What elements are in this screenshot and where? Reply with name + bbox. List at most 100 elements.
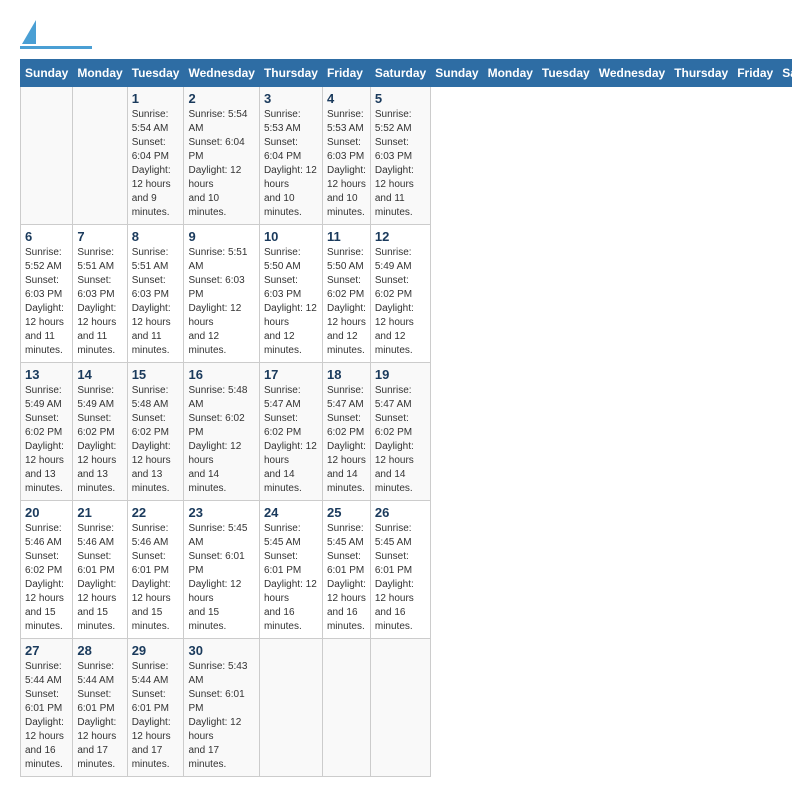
- calendar-cell: 21 Sunrise: 5:46 AM Sunset: 6:01 PM Dayli…: [73, 501, 127, 639]
- day-number: 26: [375, 505, 426, 520]
- cell-content: Sunrise: 5:49 AM Sunset: 6:02 PM Dayligh…: [25, 384, 68, 496]
- day-number: 5: [375, 91, 426, 106]
- calendar-cell: 7 Sunrise: 5:51 AM Sunset: 6:03 PM Daylig…: [73, 225, 127, 363]
- day-number: 2: [188, 91, 254, 106]
- cell-content: Sunrise: 5:50 AM Sunset: 6:03 PM Dayligh…: [264, 246, 318, 358]
- calendar-cell: 22 Sunrise: 5:46 AM Sunset: 6:01 PM Dayli…: [127, 501, 184, 639]
- cell-content: Sunrise: 5:54 AM Sunset: 6:04 PM Dayligh…: [132, 108, 180, 220]
- calendar-cell: 25Sunrise: 5:45 AM Sunset: 6:01 PM Dayli…: [322, 501, 370, 639]
- cell-content: Sunrise: 5:45 AM Sunset: 6:01 PM Dayligh…: [264, 522, 318, 634]
- calendar-cell: 11 Sunrise: 5:50 AM Sunset: 6:02 PM Dayli…: [322, 225, 370, 363]
- day-number: 21: [77, 505, 122, 520]
- cell-content: Sunrise: 5:47 AM Sunset: 6:02 PM Dayligh…: [264, 384, 318, 496]
- calendar-cell: 2Sunrise: 5:54 AM Sunset: 6:04 PM Daylig…: [184, 87, 259, 225]
- cell-content: Sunrise: 5:44 AM Sunset: 6:01 PM Dayligh…: [77, 660, 122, 772]
- calendar-cell: 3 Sunrise: 5:53 AM Sunset: 6:04 PM Daylig…: [259, 87, 322, 225]
- calendar-cell: [322, 639, 370, 777]
- calendar-cell: 20 Sunrise: 5:46 AM Sunset: 6:02 PM Dayli…: [21, 501, 73, 639]
- cell-content: Sunrise: 5:49 AM Sunset: 6:02 PM Dayligh…: [375, 246, 426, 358]
- column-header-sunday: Sunday: [21, 60, 73, 87]
- calendar-cell: 1 Sunrise: 5:54 AM Sunset: 6:04 PM Daylig…: [127, 87, 184, 225]
- calendar-header-row: SundayMondayTuesdayWednesdayThursdayFrid…: [21, 60, 792, 87]
- calendar-cell: 15Sunrise: 5:48 AM Sunset: 6:02 PM Dayli…: [127, 363, 184, 501]
- cell-content: Sunrise: 5:46 AM Sunset: 6:01 PM Dayligh…: [77, 522, 122, 634]
- calendar-cell: 26 Sunrise: 5:45 AM Sunset: 6:01 PM Dayli…: [370, 501, 430, 639]
- day-number: 24: [264, 505, 318, 520]
- calendar-table: SundayMondayTuesdayWednesdayThursdayFrid…: [20, 59, 792, 777]
- cell-content: Sunrise: 5:47 AM Sunset: 6:02 PM Dayligh…: [327, 384, 366, 496]
- day-number: 22: [132, 505, 180, 520]
- day-number: 4: [327, 91, 366, 106]
- cell-content: Sunrise: 5:51 AM Sunset: 6:03 PM Dayligh…: [132, 246, 180, 358]
- column-header-monday: Monday: [483, 60, 537, 87]
- day-number: 19: [375, 367, 426, 382]
- day-number: 7: [77, 229, 122, 244]
- calendar-cell: 8Sunrise: 5:51 AM Sunset: 6:03 PM Daylig…: [127, 225, 184, 363]
- day-number: 29: [132, 643, 180, 658]
- cell-content: Sunrise: 5:52 AM Sunset: 6:03 PM Dayligh…: [25, 246, 68, 358]
- cell-content: Sunrise: 5:44 AM Sunset: 6:01 PM Dayligh…: [25, 660, 68, 772]
- day-number: 20: [25, 505, 68, 520]
- day-number: 12: [375, 229, 426, 244]
- day-number: 9: [188, 229, 254, 244]
- cell-content: Sunrise: 5:52 AM Sunset: 6:03 PM Dayligh…: [375, 108, 426, 220]
- calendar-cell: 10 Sunrise: 5:50 AM Sunset: 6:03 PM Dayli…: [259, 225, 322, 363]
- column-header-thursday: Thursday: [259, 60, 322, 87]
- cell-content: Sunrise: 5:46 AM Sunset: 6:01 PM Dayligh…: [132, 522, 180, 634]
- cell-content: Sunrise: 5:48 AM Sunset: 6:02 PM Dayligh…: [188, 384, 254, 496]
- cell-content: Sunrise: 5:45 AM Sunset: 6:01 PM Dayligh…: [327, 522, 366, 634]
- column-header-saturday: Saturday: [778, 60, 792, 87]
- cell-content: Sunrise: 5:50 AM Sunset: 6:02 PM Dayligh…: [327, 246, 366, 358]
- cell-content: Sunrise: 5:53 AM Sunset: 6:03 PM Dayligh…: [327, 108, 366, 220]
- calendar-cell: [73, 87, 127, 225]
- day-number: 3: [264, 91, 318, 106]
- day-number: 11: [327, 229, 366, 244]
- logo-underline: [20, 46, 92, 49]
- column-header-tuesday: Tuesday: [537, 60, 594, 87]
- calendar-cell: 27 Sunrise: 5:44 AM Sunset: 6:01 PM Dayli…: [21, 639, 73, 777]
- day-number: 15: [132, 367, 180, 382]
- calendar-cell: [259, 639, 322, 777]
- day-number: 10: [264, 229, 318, 244]
- calendar-cell: 9 Sunrise: 5:51 AM Sunset: 6:03 PM Daylig…: [184, 225, 259, 363]
- calendar-cell: 30 Sunrise: 5:43 AM Sunset: 6:01 PM Dayli…: [184, 639, 259, 777]
- column-header-sunday: Sunday: [431, 60, 483, 87]
- calendar-cell: 29 Sunrise: 5:44 AM Sunset: 6:01 PM Dayli…: [127, 639, 184, 777]
- calendar-week-row: 6 Sunrise: 5:52 AM Sunset: 6:03 PM Daylig…: [21, 225, 792, 363]
- calendar-cell: 4 Sunrise: 5:53 AM Sunset: 6:03 PM Daylig…: [322, 87, 370, 225]
- day-number: 18: [327, 367, 366, 382]
- calendar-cell: 16 Sunrise: 5:48 AM Sunset: 6:02 PM Dayli…: [184, 363, 259, 501]
- cell-content: Sunrise: 5:51 AM Sunset: 6:03 PM Dayligh…: [77, 246, 122, 358]
- day-number: 14: [77, 367, 122, 382]
- calendar-cell: 6 Sunrise: 5:52 AM Sunset: 6:03 PM Daylig…: [21, 225, 73, 363]
- calendar-week-row: 1 Sunrise: 5:54 AM Sunset: 6:04 PM Daylig…: [21, 87, 792, 225]
- column-header-monday: Monday: [73, 60, 127, 87]
- cell-content: Sunrise: 5:45 AM Sunset: 6:01 PM Dayligh…: [188, 522, 254, 634]
- column-header-friday: Friday: [733, 60, 778, 87]
- cell-content: Sunrise: 5:45 AM Sunset: 6:01 PM Dayligh…: [375, 522, 426, 634]
- column-header-wednesday: Wednesday: [594, 60, 669, 87]
- calendar-cell: 14Sunrise: 5:49 AM Sunset: 6:02 PM Dayli…: [73, 363, 127, 501]
- day-number: 30: [188, 643, 254, 658]
- calendar-cell: [21, 87, 73, 225]
- calendar-cell: 12 Sunrise: 5:49 AM Sunset: 6:02 PM Dayli…: [370, 225, 430, 363]
- cell-content: Sunrise: 5:47 AM Sunset: 6:02 PM Dayligh…: [375, 384, 426, 496]
- day-number: 6: [25, 229, 68, 244]
- cell-content: Sunrise: 5:51 AM Sunset: 6:03 PM Dayligh…: [188, 246, 254, 358]
- day-number: 1: [132, 91, 180, 106]
- cell-content: Sunrise: 5:43 AM Sunset: 6:01 PM Dayligh…: [188, 660, 254, 772]
- cell-content: Sunrise: 5:44 AM Sunset: 6:01 PM Dayligh…: [132, 660, 180, 772]
- day-number: 17: [264, 367, 318, 382]
- day-number: 27: [25, 643, 68, 658]
- calendar-cell: 17 Sunrise: 5:47 AM Sunset: 6:02 PM Dayli…: [259, 363, 322, 501]
- calendar-cell: 24 Sunrise: 5:45 AM Sunset: 6:01 PM Dayli…: [259, 501, 322, 639]
- column-header-friday: Friday: [322, 60, 370, 87]
- column-header-tuesday: Tuesday: [127, 60, 184, 87]
- cell-content: Sunrise: 5:53 AM Sunset: 6:04 PM Dayligh…: [264, 108, 318, 220]
- day-number: 16: [188, 367, 254, 382]
- column-header-wednesday: Wednesday: [184, 60, 259, 87]
- calendar-cell: 13Sunrise: 5:49 AM Sunset: 6:02 PM Dayli…: [21, 363, 73, 501]
- cell-content: Sunrise: 5:46 AM Sunset: 6:02 PM Dayligh…: [25, 522, 68, 634]
- calendar-cell: 19 Sunrise: 5:47 AM Sunset: 6:02 PM Dayli…: [370, 363, 430, 501]
- calendar-week-row: 27 Sunrise: 5:44 AM Sunset: 6:01 PM Dayli…: [21, 639, 792, 777]
